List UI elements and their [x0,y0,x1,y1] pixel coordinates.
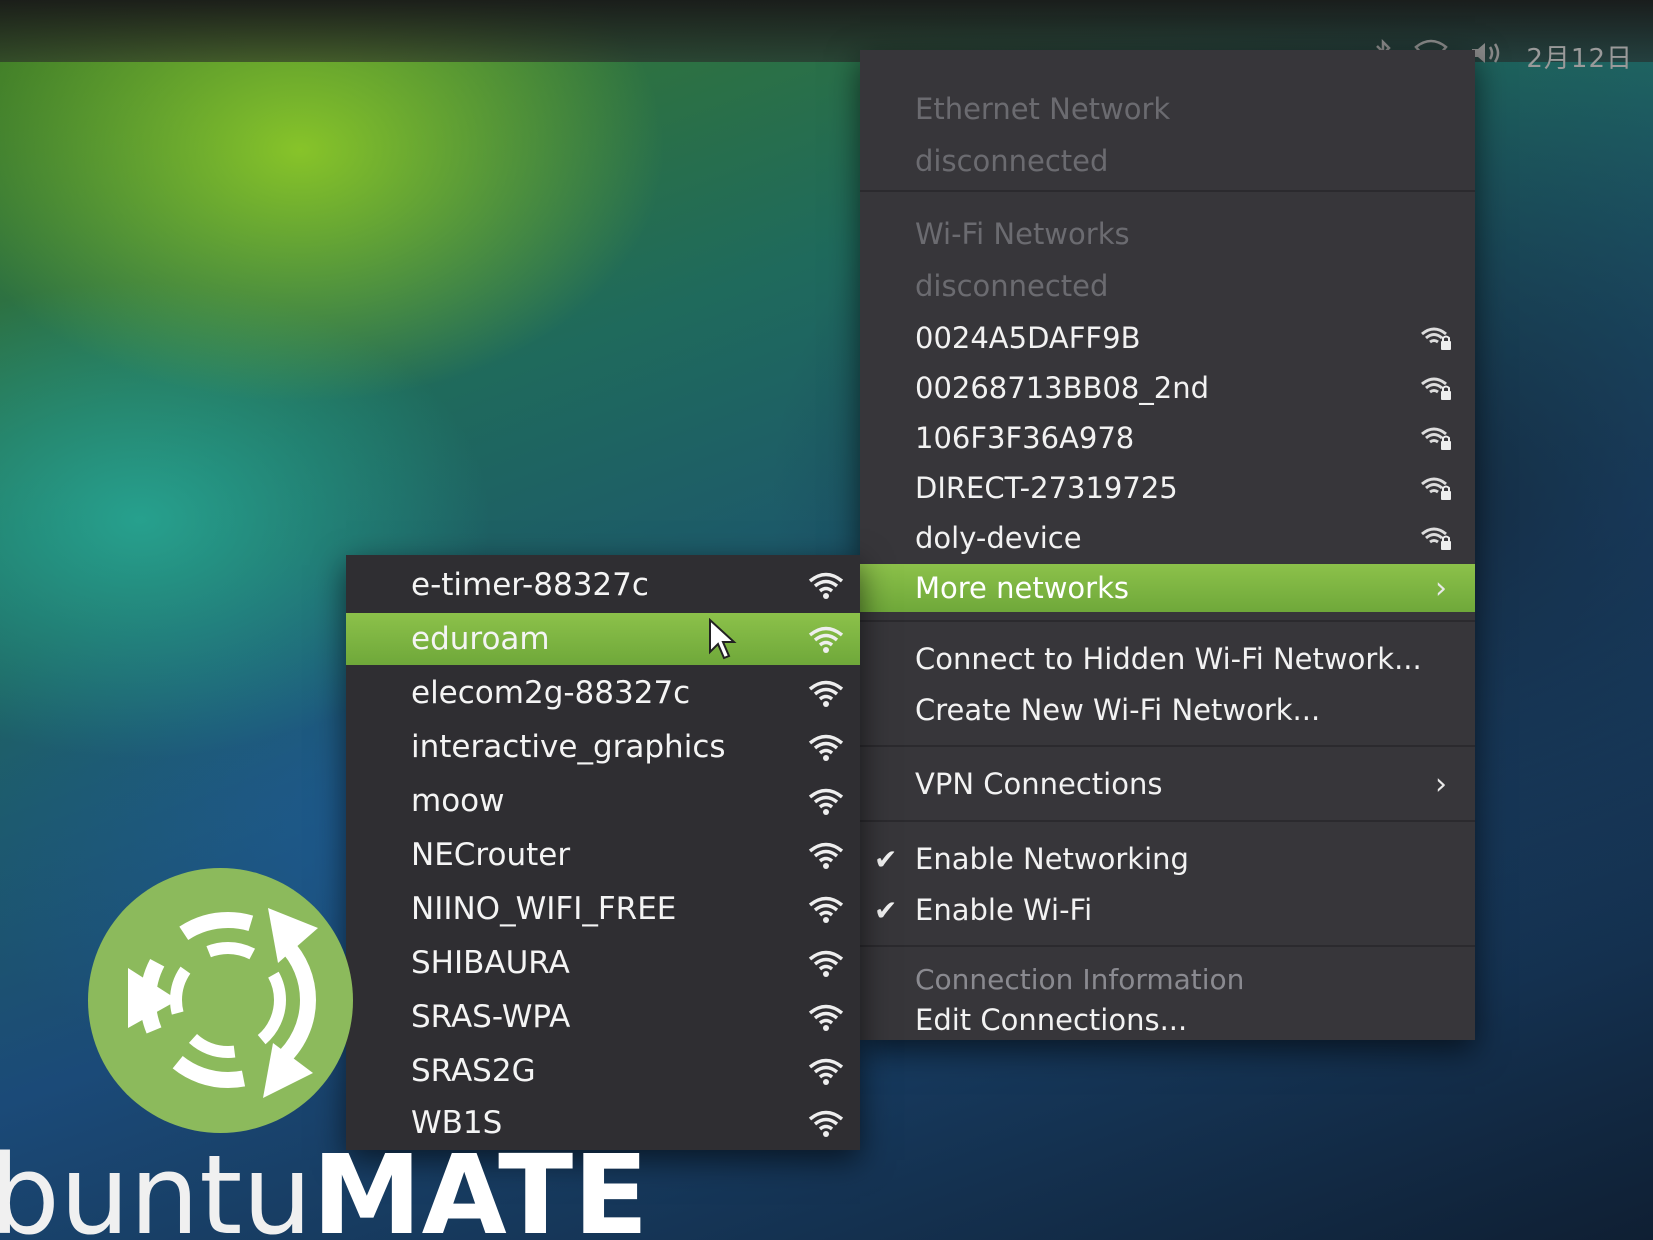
clock[interactable]: 2月12日 [1526,38,1633,75]
network-item[interactable]: DIRECT-27319725 [860,464,1475,512]
wifi-signal-icon [806,786,846,824]
network-item[interactable]: doly-device [860,514,1475,562]
wifi-signal-icon [806,732,846,770]
network-menu: Ethernet Network disconnected Wi-Fi Netw… [860,50,1475,1040]
network-ssid: interactive_graphics [411,729,726,765]
wifi-signal-icon [806,678,846,716]
network-item[interactable]: 106F3F36A978 [860,414,1475,462]
brand-light: buntu [0,1131,313,1240]
network-ssid: NIINO_WIFI_FREE [411,891,677,927]
wifi-secured-icon [1419,324,1453,359]
create-new-wifi-item[interactable]: Create New Wi-Fi Network... [860,686,1475,734]
wifi-secured-icon [1419,524,1453,559]
wifi-signal-icon [806,1002,846,1040]
wifi-signal-icon [806,1108,846,1146]
checkmark-icon: ✔ [874,893,898,927]
edit-connections-item[interactable]: Edit Connections... [860,1000,1475,1040]
network-item-eduroam[interactable]: eduroam [346,613,860,665]
wifi-secured-icon [1419,424,1453,459]
connect-hidden-item[interactable]: Connect to Hidden Wi-Fi Network... [860,635,1475,683]
wifi-secured-icon [1419,474,1453,509]
chevron-right-icon: › [1435,766,1447,802]
network-ssid: DIRECT-27319725 [915,471,1178,505]
vpn-label: VPN Connections [915,767,1163,801]
network-ssid: doly-device [915,521,1082,555]
network-ssid: SRAS-WPA [411,999,571,1035]
enable-wifi-item[interactable]: ✔ Enable Wi-Fi [860,886,1475,934]
network-item[interactable]: interactive_graphics [346,721,860,773]
more-networks-submenu: e-timer-88327c eduroam elecom2g-88327c i… [346,555,860,1150]
wifi-signal-icon [806,624,846,662]
network-item[interactable]: SRAS2G [346,1045,860,1097]
network-ssid: 0024A5DAFF9B [915,321,1141,355]
mouse-pointer-icon [708,617,738,666]
brand-bold: MATE [312,1131,649,1240]
network-ssid: moow [411,783,505,819]
network-item[interactable]: moow [346,775,860,827]
wifi-header: Wi-Fi Networks [915,217,1130,251]
wifi-secured-icon [1419,374,1453,409]
network-ssid: eduroam [411,621,550,657]
more-networks-item[interactable]: More networks › [860,564,1475,612]
checkmark-icon: ✔ [874,842,898,876]
network-item[interactable]: SRAS-WPA [346,991,860,1043]
network-ssid: 00268713BB08_2nd [915,371,1210,405]
brand-wordmark: buntuMATE [0,1140,648,1240]
menu-separator [860,745,1475,747]
wifi-signal-icon [806,894,846,932]
network-item[interactable]: NIINO_WIFI_FREE [346,883,860,935]
wifi-signal-icon [806,1056,846,1094]
vpn-connections-item[interactable]: VPN Connections › [860,760,1475,808]
network-ssid: e-timer-88327c [411,567,649,603]
wifi-signal-icon [806,570,846,608]
connection-info-item[interactable]: Connection Information [860,955,1475,1003]
network-ssid: 106F3F36A978 [915,421,1135,455]
enable-networking-item[interactable]: ✔ Enable Networking [860,835,1475,883]
network-item[interactable]: 00268713BB08_2nd [860,364,1475,412]
menu-separator [860,190,1475,192]
network-ssid: SHIBAURA [411,945,570,981]
wifi-status: disconnected [915,269,1109,303]
ethernet-status: disconnected [915,144,1109,178]
network-ssid: elecom2g-88327c [411,675,691,711]
wifi-signal-icon [806,840,846,878]
network-item[interactable]: 0024A5DAFF9B [860,314,1475,362]
wifi-signal-icon [806,948,846,986]
network-ssid: NECrouter [411,837,571,873]
network-item[interactable]: e-timer-88327c [346,559,860,611]
network-item[interactable]: elecom2g-88327c [346,667,860,719]
network-ssid: SRAS2G [411,1053,536,1089]
chevron-right-icon: › [1435,570,1447,606]
enable-wifi-label: Enable Wi-Fi [915,893,1093,927]
ethernet-header: Ethernet Network [915,92,1171,126]
network-item[interactable]: SHIBAURA [346,937,860,989]
volume-icon[interactable] [1470,39,1504,74]
network-item[interactable]: NECrouter [346,829,860,881]
menu-separator [860,945,1475,947]
enable-networking-label: Enable Networking [915,842,1189,876]
menu-separator [860,620,1475,622]
ubuntu-mate-logo [88,868,353,1133]
more-networks-label: More networks [915,571,1129,605]
menu-separator [860,820,1475,822]
